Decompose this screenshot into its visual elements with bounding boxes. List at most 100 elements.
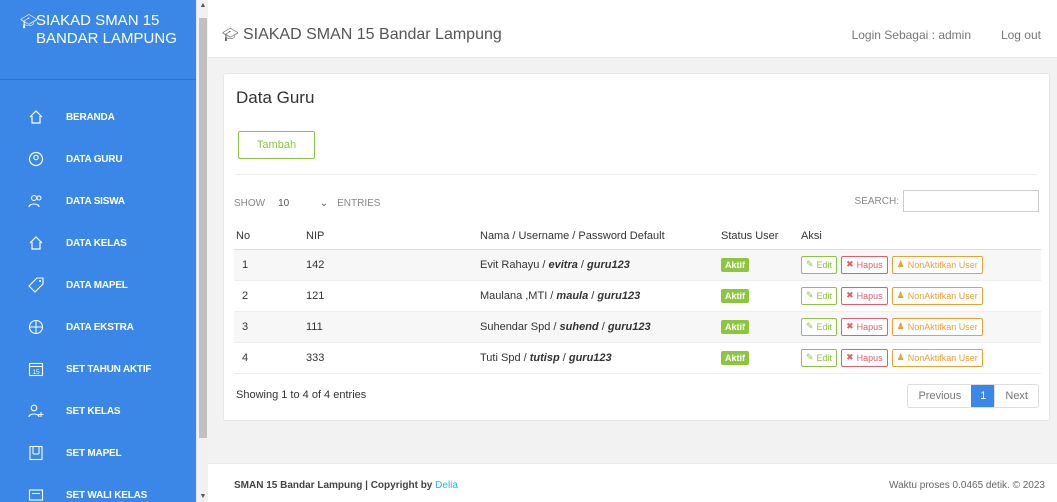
status-badge: Aktif (721, 350, 749, 365)
sidebar-item-set-kelas[interactable]: SET KELAS (0, 390, 196, 432)
sidebar-item-data-mapel[interactable]: DATA MAPEL (0, 264, 196, 306)
footer: SMAN 15 Bandar Lampung | Copyright by De… (208, 463, 1057, 502)
page-title: Data Guru (236, 88, 315, 107)
delete-button[interactable]: ✖ Hapus (841, 286, 888, 305)
page-length-control: SHOW 10 ⌄ ENTRIES (234, 194, 380, 212)
table-row: 3 111 Suhendar Spd / suhend / guru123 Ak… (234, 311, 1041, 343)
edit-button[interactable]: ✎ Edit (801, 317, 838, 336)
edit-button[interactable]: ✎ Edit (801, 286, 838, 305)
divider (236, 174, 1037, 175)
cell-nip: 121 (304, 280, 478, 312)
status-badge: Aktif (721, 257, 749, 272)
user-circle-icon (28, 151, 44, 167)
sidebar-item-data-siswa[interactable]: DATA SISWA (0, 180, 196, 222)
sidebar-item-data-guru[interactable]: DATA GURU (0, 138, 196, 180)
sidebar-item-label: DATA SISWA (66, 195, 125, 207)
user-icon: ♟ (896, 321, 905, 331)
graduation-cap-icon: 🎓︎ (222, 27, 239, 42)
sidebar-item-set-tahun-aktif[interactable]: 15 SET TAHUN AKTIF (0, 348, 196, 390)
entries-label: ENTRIES (337, 197, 381, 209)
column-header-aksi[interactable]: Aksi (799, 224, 1041, 250)
teacher-password: guru123 (587, 258, 630, 271)
teacher-username: evitra (548, 258, 578, 271)
edit-icon: ✎ (806, 259, 814, 269)
sidebar-item-label: DATA EKSTRA (66, 321, 134, 333)
search-input[interactable] (903, 190, 1039, 212)
deactivate-user-button[interactable]: ♟ NonAktifkan User (891, 255, 983, 274)
table-row: 4 333 Tuti Spd / tutisp / guru123 Aktif … (234, 342, 1041, 374)
logout-link[interactable]: Log out (1001, 28, 1041, 42)
graduation-cap-icon: 🎓︎ (20, 13, 38, 29)
close-icon: ✖ (846, 259, 854, 269)
brand-line-2: BANDAR LAMPUNG (36, 30, 177, 47)
status-badge: Aktif (721, 288, 749, 303)
cell-nama: Evit Rahayu / evitra / guru123 (478, 249, 719, 281)
teacher-username: maula (556, 289, 589, 302)
table-row: 2 121 Maulana ,MTI / maula / guru123 Akt… (234, 280, 1041, 312)
guru-table: No NIP Nama / Username / Password Defaul… (234, 224, 1041, 374)
teacher-name: Suhendar Spd (480, 320, 551, 333)
add-button[interactable]: Tambah (238, 131, 315, 159)
cell-nama: Tuti Spd / tutisp / guru123 (478, 342, 719, 374)
delete-button[interactable]: ✖ Hapus (841, 317, 888, 336)
deactivate-user-button[interactable]: ♟ NonAktifkan User (891, 348, 983, 367)
svg-text:15: 15 (32, 369, 40, 376)
previous-page-button[interactable]: Previous (908, 385, 972, 407)
user-plus-icon (28, 403, 44, 419)
cell-aksi: ✎ Edit ✖ Hapus ♟ NonAktifkan User (799, 280, 1041, 312)
delete-button[interactable]: ✖ Hapus (841, 348, 888, 367)
column-header-nama[interactable]: Nama / Username / Password Default (478, 224, 719, 250)
cell-status: Aktif (719, 249, 799, 281)
sidebar-item-beranda[interactable]: BERANDA (0, 96, 196, 138)
id-card-icon (28, 487, 44, 502)
user-icon: ♟ (896, 352, 905, 362)
scrollbar-thumb[interactable] (199, 18, 207, 438)
column-header-nip[interactable]: NIP (304, 224, 478, 250)
user-icon: ♟ (896, 259, 905, 269)
table-info: Showing 1 to 4 of 4 entries (236, 389, 367, 401)
delete-button[interactable]: ✖ Hapus (841, 255, 888, 274)
teacher-username: suhend (559, 320, 599, 333)
next-page-button[interactable]: Next (995, 385, 1038, 407)
cell-no: 1 (234, 249, 304, 281)
cell-no: 2 (234, 280, 304, 312)
teacher-password: guru123 (568, 351, 612, 364)
column-header-no[interactable]: No (234, 224, 304, 250)
sidebar-item-set-mapel[interactable]: SET MAPEL (0, 432, 196, 474)
sidebar-item-data-kelas[interactable]: DATA KELAS (0, 222, 196, 264)
cell-nip: 111 (304, 311, 478, 343)
deactivate-user-button[interactable]: ♟ NonAktifkan User (891, 286, 983, 305)
sidebar-item-set-wali-kelas[interactable]: SET WALI KELAS (0, 474, 196, 502)
footer-process-time: Waktu proses 0.0465 detik. © 2023 (889, 480, 1045, 491)
teacher-name: Evit Rahayu (480, 258, 540, 271)
sidebar-item-label: SET KELAS (66, 405, 121, 417)
cell-nama: Suhendar Spd / suhend / guru123 (478, 311, 719, 343)
cell-status: Aktif (719, 280, 799, 312)
sidebar-brand[interactable]: 🎓︎ SIAKAD SMAN 15 BANDAR LAMPUNG (0, 0, 196, 80)
edit-button[interactable]: ✎ Edit (801, 348, 838, 367)
brand-line-1: SIAKAD SMAN 15 (36, 12, 160, 29)
author-link[interactable]: Delia (435, 480, 458, 491)
chevron-down-icon: ⌄ (319, 197, 329, 209)
cell-nama: Maulana ,MTI / maula / guru123 (478, 280, 719, 312)
login-status: Login Sebagai : admin (851, 28, 971, 42)
deactivate-user-button[interactable]: ♟ NonAktifkan User (891, 317, 983, 336)
page-length-select[interactable]: 10 ⌄ (270, 194, 332, 212)
data-guru-panel: Data Guru Tambah SHOW 10 ⌄ ENTRIES SEARC… (223, 73, 1050, 421)
home-icon (28, 109, 44, 125)
close-icon: ✖ (846, 352, 854, 362)
edit-button[interactable]: ✎ Edit (801, 255, 838, 274)
teacher-username: tutisp (529, 351, 560, 364)
sidebar-item-label: DATA KELAS (66, 237, 127, 249)
user-icon: ♟ (896, 290, 905, 300)
cell-status: Aktif (719, 342, 799, 374)
sidebar-item-data-ekstra[interactable]: DATA EKSTRA (0, 306, 196, 348)
sidebar-item-label: DATA GURU (66, 153, 123, 165)
column-header-status[interactable]: Status User (719, 224, 799, 250)
status-badge: Aktif (721, 319, 749, 334)
users-icon (28, 193, 44, 209)
edit-icon: ✎ (806, 321, 814, 331)
cell-aksi: ✎ Edit ✖ Hapus ♟ NonAktifkan User (799, 311, 1041, 343)
sidebar-scrollbar[interactable]: ▲ ▼ (196, 0, 208, 502)
page-1-button[interactable]: 1 (971, 385, 996, 407)
